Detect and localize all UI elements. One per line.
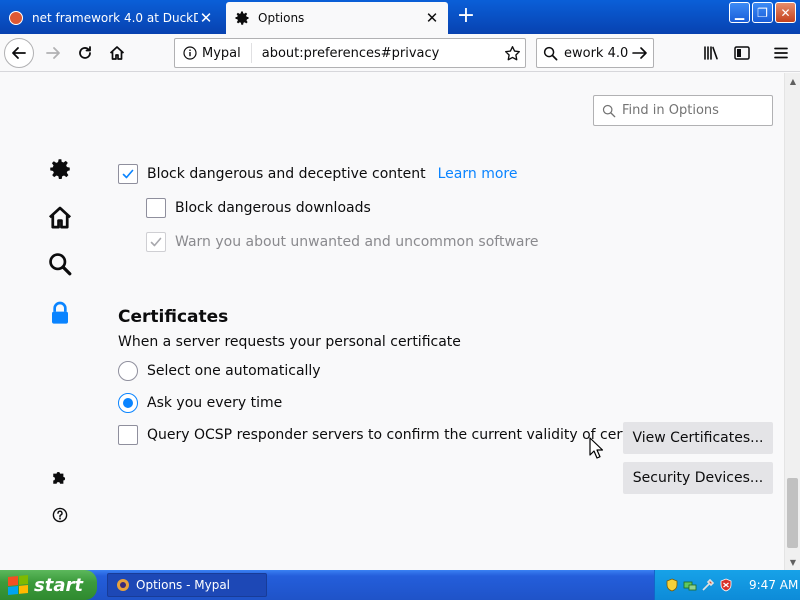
close-icon[interactable]: ✕	[424, 9, 440, 27]
back-button[interactable]	[4, 38, 34, 68]
bookmark-star-icon[interactable]	[499, 45, 525, 62]
mouse-pointer-icon	[589, 437, 603, 459]
menu-button[interactable]	[766, 38, 796, 68]
preferences-content: Find in Options Block dangerous and dece…	[0, 73, 784, 570]
certificates-heading: Certificates	[118, 307, 229, 327]
home-button[interactable]	[102, 38, 132, 68]
hamburger-menu-icon	[774, 47, 788, 59]
ask-every-time-label[interactable]: Ask you every time	[147, 395, 282, 411]
category-general-gear-icon[interactable]	[46, 155, 74, 183]
search-input[interactable]: ework 4.0	[564, 46, 631, 61]
ask-every-time-row: Ask you every time	[118, 393, 282, 413]
maximize-button[interactable]: ❐	[752, 2, 773, 23]
certificate-request-label: When a server requests your personal cer…	[118, 334, 461, 350]
info-icon	[183, 46, 197, 60]
vertical-scrollbar[interactable]: ▲ ▼	[784, 73, 800, 570]
home-icon	[109, 46, 125, 60]
start-button[interactable]: start	[0, 570, 97, 600]
block-dangerous-checkbox[interactable]	[118, 164, 138, 184]
ask-every-time-radio[interactable]	[118, 393, 138, 413]
search-bar[interactable]: ework 4.0	[536, 38, 654, 68]
security-shield-icon[interactable]	[665, 578, 679, 592]
category-home-icon[interactable]	[46, 203, 74, 231]
windows-flag-icon	[8, 574, 28, 596]
warn-unwanted-checkbox[interactable]	[146, 232, 166, 252]
block-dangerous-label[interactable]: Block dangerous and deceptive content	[147, 166, 426, 182]
tools-icon[interactable]	[701, 578, 715, 592]
network-icon[interactable]	[683, 578, 697, 592]
mypal-app-icon	[117, 579, 129, 591]
library-button[interactable]	[696, 38, 726, 68]
view-certificates-button[interactable]: View Certificates...	[623, 422, 773, 454]
url-bar[interactable]: Mypal about:preferences#privacy	[174, 38, 526, 68]
forward-button[interactable]	[38, 38, 68, 68]
scroll-thumb[interactable]	[787, 478, 798, 548]
addons-puzzle-icon[interactable]	[46, 463, 74, 491]
checkmark-icon	[122, 169, 134, 179]
tab-label: net framework 4.0 at DuckDuckGo	[32, 11, 198, 25]
scroll-down-arrow-icon[interactable]: ▼	[785, 554, 800, 570]
tab-strip: net framework 4.0 at DuckDuckGo ✕ Option…	[0, 0, 800, 34]
block-downloads-label[interactable]: Block dangerous downloads	[175, 200, 371, 216]
arrow-right-icon	[46, 47, 60, 59]
scroll-up-arrow-icon[interactable]: ▲	[785, 73, 800, 89]
library-icon	[704, 46, 718, 60]
site-identity[interactable]: Mypal	[175, 43, 252, 63]
category-search-icon[interactable]	[46, 250, 74, 278]
find-in-options-input[interactable]: Find in Options	[593, 95, 773, 126]
block-downloads-row: Block dangerous downloads	[146, 198, 371, 218]
taskbar-item-mypal[interactable]: Options - Mypal	[107, 573, 267, 597]
select-auto-row: Select one automatically	[118, 361, 321, 381]
search-icon	[602, 104, 616, 117]
window-controls: ▁ ❐ ✕	[729, 2, 796, 23]
search-icon	[543, 46, 558, 60]
close-window-button[interactable]: ✕	[775, 2, 796, 23]
block-dangerous-row: Block dangerous and deceptive content Le…	[118, 164, 517, 184]
taskbar-clock: 9:47 AM	[749, 578, 799, 592]
gear-icon	[234, 10, 250, 26]
warn-unwanted-label: Warn you about unwanted and uncommon sof…	[175, 234, 539, 250]
sidebar-icon	[734, 46, 750, 60]
duckduckgo-icon	[8, 10, 24, 26]
reload-button[interactable]	[70, 38, 100, 68]
warn-unwanted-row: Warn you about unwanted and uncommon sof…	[146, 232, 539, 252]
checkmark-icon	[150, 237, 162, 247]
sidebar-button[interactable]	[727, 38, 757, 68]
arrow-left-icon	[12, 47, 26, 59]
close-icon[interactable]: ✕	[198, 9, 214, 27]
taskbar-item-label: Options - Mypal	[136, 578, 231, 592]
tab-label: Options	[258, 11, 305, 25]
learn-more-link[interactable]: Learn more	[438, 166, 518, 182]
select-auto-label[interactable]: Select one automatically	[147, 363, 321, 379]
security-devices-button[interactable]: Security Devices...	[623, 462, 773, 494]
ocsp-checkbox[interactable]	[118, 425, 138, 445]
new-tab-button[interactable]: +	[452, 4, 480, 30]
tab-options[interactable]: Options ✕	[226, 2, 448, 34]
minimize-button[interactable]: ▁	[729, 2, 750, 23]
find-placeholder: Find in Options	[622, 103, 719, 118]
windows-taskbar: start Options - Mypal 9:47 AM	[0, 570, 800, 600]
help-icon[interactable]	[46, 501, 74, 529]
navigation-toolbar: Mypal about:preferences#privacy ework 4.…	[0, 34, 800, 72]
system-tray: 9:47 AM	[654, 570, 800, 600]
block-downloads-checkbox[interactable]	[146, 198, 166, 218]
reload-icon	[79, 46, 91, 59]
url-text[interactable]: about:preferences#privacy	[262, 46, 499, 61]
start-label: start	[34, 574, 83, 596]
select-auto-radio[interactable]	[118, 361, 138, 381]
tab-duckduckgo[interactable]: net framework 4.0 at DuckDuckGo ✕	[0, 2, 222, 34]
category-privacy-lock-icon[interactable]	[46, 299, 74, 327]
warning-shield-icon[interactable]	[719, 578, 733, 592]
go-arrow-icon	[632, 47, 647, 59]
site-name: Mypal	[202, 45, 241, 61]
